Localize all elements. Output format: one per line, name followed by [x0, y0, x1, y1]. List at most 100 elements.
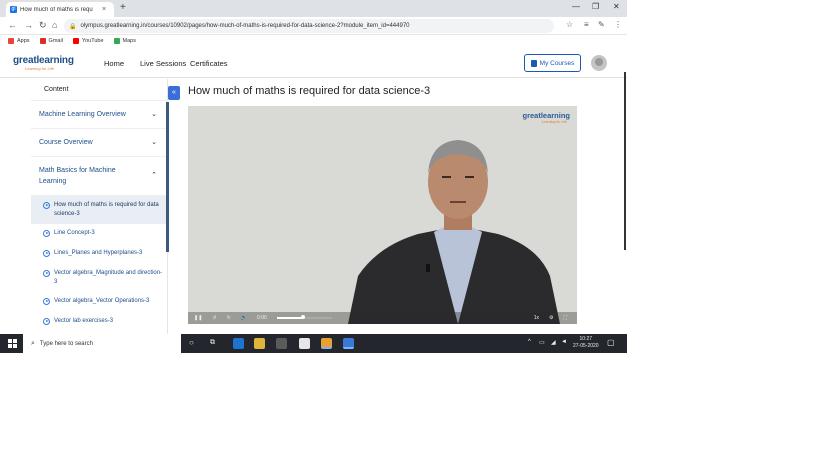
chevron-down-icon: ⌄	[151, 111, 157, 118]
bookmark-star-icon[interactable]: ☆	[566, 20, 573, 29]
play-circle-icon	[43, 270, 50, 277]
video-watermark: greatlearning	[522, 111, 570, 120]
clock-time: 10:27	[579, 336, 593, 342]
apps-grid-icon	[8, 38, 14, 44]
bookmark-gmail[interactable]: Gmail	[39, 38, 63, 44]
network-icon[interactable]: ◢	[551, 339, 556, 346]
back-arrow-icon[interactable]: ←	[8, 20, 17, 30]
youtube-icon	[72, 38, 79, 44]
play-circle-icon	[43, 202, 50, 209]
browser-tab-strip: gl How much of maths is requ × + — ❐ ✕	[0, 0, 627, 17]
screen: gl How much of maths is requ × + — ❐ ✕ ←…	[0, 0, 627, 353]
play-circle-icon	[43, 250, 50, 257]
sidebar-section-course-overview[interactable]: Course Overview ⌄	[31, 129, 167, 157]
mail-icon[interactable]	[299, 338, 310, 349]
chevron-up-icon: ⌃	[151, 172, 157, 179]
video-time: 0:00	[257, 315, 267, 321]
bookmark-apps[interactable]: Apps	[8, 38, 30, 44]
list-item[interactable]: Vector algebra_Vector Operations-3	[31, 292, 167, 312]
forward-arrow-icon[interactable]: →	[24, 20, 33, 30]
play-circle-icon	[43, 298, 50, 305]
extension-icon[interactable]: ✎	[598, 20, 605, 29]
minimize-icon[interactable]: —	[572, 2, 580, 11]
address-bar[interactable]: 🔒 olympus.greatlearning.in/courses/10902…	[64, 19, 554, 33]
media-queue-icon[interactable]: ≡	[584, 20, 589, 29]
play-circle-icon	[43, 318, 50, 325]
site-favicon-icon: gl	[10, 6, 17, 13]
new-tab-button[interactable]: +	[120, 2, 126, 13]
video-progress-fill	[276, 317, 303, 319]
video-watermark-tagline: Learning for Life	[541, 120, 567, 124]
window-close-icon[interactable]: ✕	[613, 2, 620, 11]
maps-icon	[113, 38, 120, 44]
video-progress-bar[interactable]	[276, 315, 332, 319]
settings-icon[interactable]: ⚙	[549, 315, 553, 321]
video-progress-knob[interactable]	[300, 315, 305, 319]
nav-certificates[interactable]: Certificates	[190, 59, 228, 68]
video-player[interactable]: greatlearning Learning for Life ❚❚ ↺ ↻ 🔈	[188, 106, 577, 324]
logo-tagline: Learning for Life	[25, 66, 54, 71]
browser-tab[interactable]: gl How much of maths is requ ×	[6, 2, 114, 17]
home-icon[interactable]: ⌂	[52, 20, 57, 30]
bookmark-youtube[interactable]: YouTube	[72, 38, 104, 44]
reload-icon[interactable]: ↻	[39, 20, 47, 31]
sidebar-scrollbar[interactable]	[166, 102, 169, 252]
chrome-icon[interactable]	[321, 338, 332, 349]
volume-icon[interactable]: 🔈	[241, 315, 247, 321]
my-courses-button[interactable]: My Courses	[524, 54, 581, 72]
list-item[interactable]: Line Concept-3	[31, 224, 167, 244]
rewind-icon[interactable]: ↺	[212, 315, 216, 321]
chevron-up-icon[interactable]: ^	[528, 339, 531, 345]
presenter-image	[348, 140, 560, 324]
sidebar-heading: Content	[31, 79, 167, 101]
nav-live-sessions[interactable]: Live Sessions	[140, 59, 186, 68]
chevron-down-icon: ⌄	[151, 139, 157, 146]
list-item[interactable]: Lines_Planes and Hyperplanes-3	[31, 244, 167, 264]
photos-app-icon[interactable]	[343, 338, 354, 349]
tab-close-icon[interactable]: ×	[102, 6, 106, 13]
page-title: How much of maths is required for data s…	[188, 85, 431, 97]
battery-icon[interactable]: ▭	[539, 339, 545, 346]
menu-dots-icon[interactable]: ⋮	[614, 20, 622, 29]
list-item[interactable]: Vector lab exercises-3	[31, 312, 167, 332]
speed-button[interactable]: 1x	[534, 315, 539, 321]
windows-taskbar: ⌕ Type here to search ○ ⧉ ^ ▭ ◢ ◄ 10:27 …	[0, 334, 627, 353]
store-icon[interactable]	[276, 338, 287, 349]
volume-icon[interactable]: ◄	[561, 339, 567, 345]
sidebar-section-ml-overview[interactable]: Machine Learning Overview ⌄	[31, 101, 167, 129]
collapse-sidebar-button[interactable]: «	[168, 86, 180, 100]
task-view-icon[interactable]: ⧉	[210, 339, 215, 347]
site-header: greatlearning Learning for Life Home Liv…	[0, 48, 627, 78]
cortana-icon[interactable]: ○	[189, 338, 194, 347]
site-logo[interactable]: greatlearning	[13, 55, 74, 66]
windows-start-icon[interactable]	[8, 339, 17, 348]
page-scrollbar[interactable]	[624, 72, 626, 250]
avatar[interactable]	[591, 55, 607, 71]
notification-icon[interactable]: ▢	[607, 338, 615, 347]
search-icon: ⌕	[31, 339, 35, 347]
edge-icon[interactable]	[233, 338, 244, 349]
content-sidebar: Content Machine Learning Overview ⌄ Cour…	[31, 79, 168, 334]
bookmarks-bar: Apps Gmail YouTube Maps	[0, 35, 627, 47]
nav-home[interactable]: Home	[104, 59, 124, 68]
taskbar-clock[interactable]: 10:27 27-05-2020	[573, 336, 599, 350]
book-icon	[530, 59, 537, 67]
browser-toolbar: ← → ↻ ⌂ 🔒 olympus.greatlearning.in/cours…	[0, 17, 627, 35]
file-explorer-icon[interactable]	[254, 338, 265, 349]
forward-icon[interactable]: ↻	[227, 315, 231, 321]
clock-date: 27-05-2020	[573, 343, 599, 349]
lock-icon: 🔒	[69, 23, 77, 30]
bookmark-maps[interactable]: Maps	[113, 38, 136, 44]
url-text: olympus.greatlearning.in/courses/10902/p…	[80, 23, 410, 29]
fullscreen-icon[interactable]: ⛶	[563, 315, 567, 321]
list-item[interactable]: Vector algebra_Magnitude and direction-3	[31, 264, 167, 292]
list-item[interactable]: How much of maths is required for data s…	[31, 196, 167, 224]
sidebar-section-math-basics[interactable]: Math Basics for Machine Learning ⌃	[31, 157, 167, 196]
video-controls: ❚❚ ↺ ↻ 🔈 0:00 1x ⚙ ⛶	[188, 312, 577, 324]
play-circle-icon	[43, 230, 50, 237]
taskbar-search-input[interactable]: ⌕ Type here to search	[23, 334, 181, 353]
tab-title: How much of maths is requ	[20, 6, 93, 13]
pause-icon[interactable]: ❚❚	[194, 315, 202, 321]
restore-icon[interactable]: ❐	[592, 2, 599, 11]
gmail-icon	[39, 38, 46, 44]
